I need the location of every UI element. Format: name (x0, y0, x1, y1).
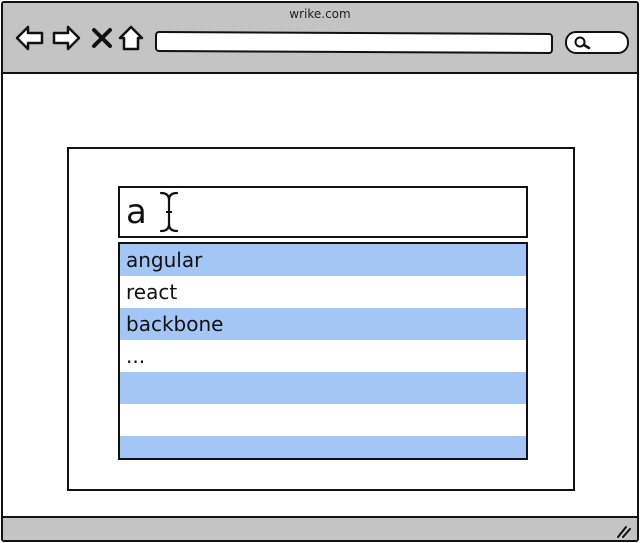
suggestion-item[interactable] (120, 404, 526, 436)
browser-window: wrike.com a angular react backbone ... (1, 1, 639, 542)
close-x-icon[interactable] (91, 25, 113, 51)
back-arrow-icon[interactable] (15, 25, 45, 51)
text-cursor-icon (159, 191, 179, 233)
suggestion-item[interactable]: ... (120, 340, 526, 372)
autocomplete-input[interactable]: a (118, 186, 528, 238)
browser-search-box[interactable] (565, 31, 629, 54)
address-bar[interactable] (154, 30, 554, 55)
browser-statusbar (3, 516, 637, 540)
suggestion-item[interactable] (120, 372, 526, 404)
suggestion-item[interactable]: angular (120, 244, 526, 276)
suggestion-item[interactable]: react (120, 276, 526, 308)
home-icon[interactable] (117, 25, 145, 51)
autocomplete-input-value: a (126, 192, 147, 232)
suggestion-item[interactable]: backbone (120, 308, 526, 340)
content-panel: a angular react backbone... (67, 147, 575, 491)
magnifier-icon (574, 36, 591, 50)
suggestion-item[interactable] (120, 436, 526, 458)
forward-arrow-icon[interactable] (51, 25, 81, 51)
browser-toolbar: wrike.com (3, 3, 637, 74)
resize-grip-icon[interactable] (615, 524, 631, 538)
autocomplete-suggestion-list: angular react backbone... (118, 242, 528, 460)
window-title: wrike.com (289, 7, 351, 21)
